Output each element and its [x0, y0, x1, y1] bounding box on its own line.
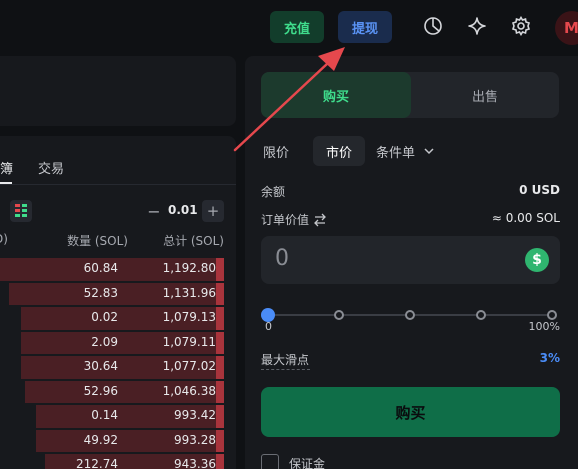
- price-step-value: 0.01: [168, 203, 198, 217]
- slider-max-label: 100%: [528, 320, 560, 333]
- top-bar: 充值 提现 M: [0, 0, 578, 54]
- row-quantity: 60.84: [83, 261, 118, 275]
- divider: [0, 184, 236, 185]
- orderbook-row[interactable]: 30.64 1,077.02: [0, 355, 236, 380]
- depth-edge: [216, 331, 224, 354]
- row-total: 1,079.11: [162, 334, 216, 349]
- buy-side-tab[interactable]: 购买: [261, 72, 411, 118]
- row-quantity: 2.09: [91, 334, 118, 349]
- depth-edge: [216, 282, 224, 305]
- row-quantity: 30.64: [83, 359, 118, 373]
- row-quantity: 49.92: [83, 432, 118, 447]
- orderbook-row[interactable]: 2.09 1,079.11: [0, 331, 236, 356]
- row-quantity: 0.02: [91, 310, 118, 324]
- depth-edge: [216, 307, 224, 330]
- total-column-header: 总计 (SOL): [163, 234, 224, 248]
- depth-edge: [216, 356, 224, 379]
- orderbook-row[interactable]: 60.84 1,192.80: [0, 257, 236, 282]
- slider-min-label: 0: [265, 320, 272, 333]
- sparkle-icon[interactable]: [465, 14, 489, 38]
- dollar-icon[interactable]: $: [525, 248, 549, 272]
- amount-slider[interactable]: [261, 308, 560, 322]
- gear-icon[interactable]: [509, 14, 533, 38]
- deposit-button[interactable]: 充值: [270, 11, 324, 43]
- orderbook-row[interactable]: 49.92 993.28: [0, 429, 236, 454]
- row-total: 1,077.02: [162, 359, 216, 373]
- row-total: 1,046.38: [162, 383, 216, 398]
- ask-rows: 60.84 1,192.80 52.83 1,131.96 0.02 1,079.13 2.…: [0, 257, 236, 469]
- orderbook-row[interactable]: 212.74 943.36: [0, 453, 236, 469]
- row-total: 993.42: [174, 408, 216, 422]
- orderbook-row[interactable]: 52.83 1,131.96: [0, 282, 236, 307]
- row-quantity: 212.74: [76, 457, 118, 469]
- withdraw-button[interactable]: 提现: [338, 11, 392, 43]
- market-info-panel: [0, 56, 236, 126]
- row-quantity: 52.83: [83, 285, 118, 300]
- step-increase-button[interactable]: +: [202, 200, 224, 222]
- chevron-down-icon: [423, 145, 435, 157]
- row-total: 1,131.96: [162, 285, 216, 300]
- trade-panel: 购买 出售 限价 市价 条件单 余额 0 USD 订单价值 ≈ 0.00 SOL…: [245, 56, 578, 469]
- depth-edge: [216, 429, 224, 452]
- slider-mark-25[interactable]: [334, 310, 344, 320]
- quantity-column-header: 数量 (SOL): [67, 234, 128, 248]
- depth-edge: [216, 405, 224, 428]
- order-value-conversion: ≈ 0.00 SOL: [491, 211, 560, 225]
- limit-order-tab[interactable]: 限价: [263, 136, 289, 166]
- max-slippage-value[interactable]: 3%: [540, 351, 560, 365]
- conditional-order-dropdown[interactable]: 条件单: [376, 136, 435, 166]
- amount-value: 0: [275, 246, 289, 271]
- pie-chart-icon[interactable]: [421, 14, 445, 38]
- row-total: 1,079.13: [162, 310, 216, 324]
- depth-edge: [216, 454, 224, 469]
- orderbook-layout-icon[interactable]: [10, 200, 32, 222]
- buy-button[interactable]: 购买: [261, 387, 560, 437]
- conditional-order-label: 条件单: [376, 145, 416, 161]
- price-column-header: D): [0, 232, 8, 246]
- orderbook-row[interactable]: 0.14 993.42: [0, 404, 236, 429]
- swap-arrows-icon[interactable]: [313, 213, 327, 227]
- balance-label: 余额: [261, 185, 286, 199]
- order-value-row: 订单价值: [261, 211, 327, 228]
- tab-orderbook[interactable]: 簿: [0, 158, 13, 177]
- avatar[interactable]: M: [555, 11, 578, 45]
- margin-option[interactable]: 保证金: [261, 454, 325, 469]
- balance-value: 0 USD: [519, 183, 560, 197]
- orderbook-row[interactable]: 0.02 1,079.13: [0, 306, 236, 331]
- row-quantity: 52.96: [83, 383, 118, 398]
- row-total: 943.36: [174, 457, 216, 469]
- depth-edge: [216, 380, 224, 403]
- margin-checkbox[interactable]: [261, 454, 279, 469]
- slippage-underline: [261, 369, 310, 370]
- orderbook-row[interactable]: 52.96 1,046.38: [0, 380, 236, 405]
- depth-edge: [216, 258, 224, 281]
- row-total: 1,192.80: [162, 261, 216, 275]
- amount-input[interactable]: 0 $: [261, 236, 560, 284]
- tab-trades[interactable]: 交易: [38, 158, 64, 177]
- market-order-tab[interactable]: 市价: [313, 136, 365, 166]
- orderbook-panel: 簿 交易 − 0.01 + D) 数量 (SOL) 总计 (SOL) 60.84…: [0, 136, 236, 469]
- row-total: 993.28: [174, 432, 216, 447]
- row-quantity: 0.14: [91, 408, 118, 422]
- margin-label: 保证金: [289, 456, 326, 469]
- slider-mark-75[interactable]: [476, 310, 486, 320]
- max-slippage-label[interactable]: 最大滑点: [261, 351, 309, 368]
- order-value-label: 订单价值: [261, 213, 310, 227]
- step-decrease-button[interactable]: −: [144, 200, 164, 222]
- slider-mark-100[interactable]: [547, 310, 557, 320]
- sell-side-tab[interactable]: 出售: [411, 72, 559, 118]
- side-switch: 购买 出售: [261, 72, 559, 118]
- slider-mark-50[interactable]: [405, 310, 415, 320]
